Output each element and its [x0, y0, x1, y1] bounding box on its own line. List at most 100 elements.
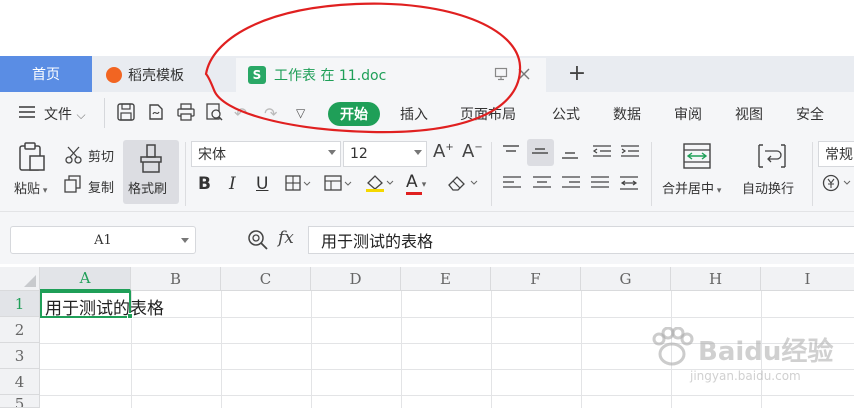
chevron-down-icon: ▾ — [421, 180, 427, 190]
currency-icon[interactable] — [822, 174, 852, 196]
docer-logo-icon — [106, 67, 122, 83]
paste-icon[interactable] — [16, 142, 48, 176]
indent-increase-icon[interactable] — [620, 144, 640, 164]
column-header-f[interactable]: F — [491, 267, 581, 291]
paste-button[interactable]: 粘贴 ▾ — [14, 178, 47, 197]
name-box[interactable]: A1 — [10, 226, 196, 254]
new-tab-button[interactable]: + — [564, 60, 590, 86]
export-pdf-icon[interactable] — [146, 102, 166, 126]
chevron-down-icon: ▾ — [714, 186, 722, 196]
column-header-c[interactable]: C — [221, 267, 311, 291]
merge-center-icon[interactable] — [683, 143, 711, 173]
wrap-text-button[interactable]: 自动换行 — [742, 178, 794, 197]
corner-triangle-icon — [24, 275, 36, 287]
tab-document-label: 工作表 在 11.doc — [274, 68, 387, 84]
cut-button[interactable]: 剪切 — [88, 146, 114, 165]
row-header-3[interactable]: 3 — [0, 343, 40, 369]
italic-button[interactable]: I — [229, 174, 236, 194]
formula-input[interactable]: 用于测试的表格 — [308, 226, 854, 254]
chevron-down-icon — [328, 150, 336, 155]
watermark-brand: Baidu经验 — [698, 337, 834, 367]
fx-button[interactable]: fx — [278, 228, 294, 248]
tab-review[interactable]: 审阅 — [674, 104, 702, 124]
wrap-text-icon[interactable] — [757, 143, 787, 173]
close-icon[interactable] — [516, 66, 532, 82]
tab-insert[interactable]: 插入 — [400, 104, 428, 124]
divider — [185, 142, 186, 206]
divider — [812, 142, 813, 206]
cell-style-icon[interactable] — [324, 175, 352, 195]
font-size-value: 12 — [350, 146, 368, 162]
distribute-icon[interactable] — [619, 175, 639, 195]
name-box-value: A1 — [94, 232, 112, 248]
font-color-swatch — [406, 192, 422, 195]
font-color-icon: A — [406, 172, 418, 192]
undo-icon[interactable]: ↶ — [234, 104, 247, 123]
redo-icon[interactable]: ↷ — [264, 104, 277, 123]
align-top-icon[interactable] — [502, 144, 520, 164]
font-size-select[interactable]: 12 — [343, 141, 427, 167]
hamburger-icon[interactable] — [18, 104, 36, 124]
tab-security[interactable]: 安全 — [796, 104, 824, 124]
merge-center-label: 合并居中 — [662, 182, 715, 197]
zoom-icon[interactable] — [247, 229, 269, 255]
save-icon[interactable] — [116, 102, 136, 126]
gridline — [581, 291, 582, 408]
divider — [651, 142, 652, 206]
bold-button[interactable]: B — [198, 174, 211, 194]
column-header-g[interactable]: G — [581, 267, 671, 291]
copy-icon[interactable] — [64, 175, 82, 197]
column-header-b[interactable]: B — [131, 267, 221, 291]
more-icon[interactable]: ▽ — [296, 106, 305, 120]
divider — [491, 142, 492, 206]
eraser-icon[interactable] — [446, 174, 478, 196]
number-format-select[interactable]: 常规 — [818, 141, 854, 167]
font-color-button[interactable]: A ▾ — [406, 172, 427, 195]
paste-label: 粘贴 — [14, 182, 41, 197]
align-left-icon[interactable] — [502, 175, 522, 195]
justify-icon[interactable] — [590, 175, 610, 195]
font-name-value: 宋体 — [198, 147, 226, 163]
tab-document[interactable]: S 工作表 在 11.doc — [236, 58, 546, 92]
chevron-down-icon: ▾ — [40, 186, 48, 196]
underline-button[interactable]: U — [256, 174, 268, 194]
column-header-e[interactable]: E — [401, 267, 491, 291]
select-all-corner[interactable] — [0, 267, 40, 291]
indent-decrease-icon[interactable] — [592, 144, 612, 164]
tab-template-label: 稻壳模板 — [128, 68, 184, 84]
tab-template[interactable]: 稻壳模板 — [94, 58, 234, 92]
tab-view[interactable]: 视图 — [735, 104, 763, 124]
tab-home[interactable]: 首页 — [0, 56, 92, 92]
row-header-5[interactable]: 5 — [0, 395, 40, 408]
align-bottom-icon[interactable] — [561, 144, 579, 164]
row-header-1[interactable]: 1 — [0, 291, 40, 317]
gridline — [401, 291, 402, 408]
align-middle-button[interactable] — [527, 139, 554, 166]
row-header-4[interactable]: 4 — [0, 369, 40, 395]
print-icon[interactable] — [176, 102, 196, 126]
row-header-2[interactable]: 2 — [0, 317, 40, 343]
decrease-font-icon[interactable]: A− — [462, 141, 483, 162]
print-preview-icon[interactable] — [204, 102, 224, 126]
format-painter-button[interactable]: 格式刷 — [123, 140, 179, 204]
column-header-d[interactable]: D — [311, 267, 401, 291]
merge-center-button[interactable]: 合并居中 ▾ — [662, 178, 721, 197]
restore-icon[interactable] — [494, 67, 508, 81]
tab-formula[interactable]: 公式 — [552, 104, 580, 124]
font-name-select[interactable]: 宋体 — [191, 141, 341, 167]
borders-icon[interactable] — [285, 175, 311, 195]
tab-data[interactable]: 数据 — [613, 104, 641, 124]
tab-page-layout[interactable]: 页面布局 — [460, 104, 516, 124]
tab-start[interactable]: 开始 — [328, 102, 380, 126]
cut-icon[interactable] — [64, 146, 84, 168]
increase-font-icon[interactable]: A+ — [433, 141, 454, 162]
column-header-a[interactable]: A — [40, 267, 131, 291]
column-header-i[interactable]: I — [761, 267, 854, 291]
align-right-icon[interactable] — [561, 175, 581, 195]
divider — [104, 98, 105, 128]
fill-color-icon[interactable] — [364, 173, 394, 197]
column-header-h[interactable]: H — [671, 267, 761, 291]
align-center-icon[interactable] — [532, 175, 552, 195]
copy-button[interactable]: 复制 — [88, 177, 114, 196]
file-menu[interactable]: 文件 ⌵ — [44, 104, 86, 124]
